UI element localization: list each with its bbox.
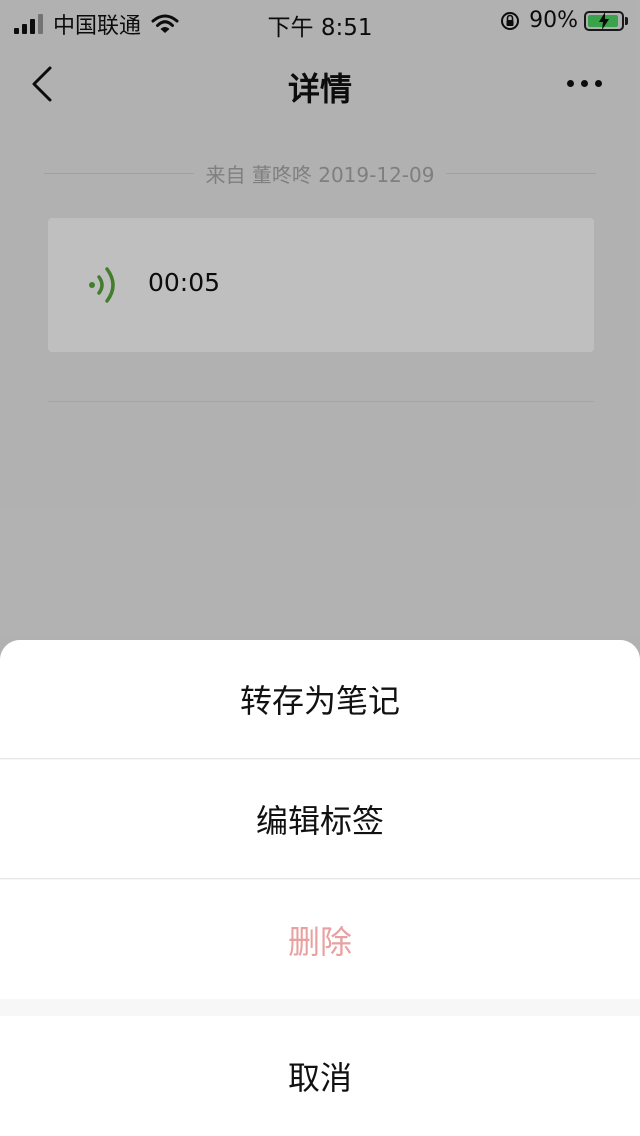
save-as-note-button[interactable]: 转存为笔记 xyxy=(0,640,640,759)
delete-label: 删除 xyxy=(287,922,352,961)
save-as-note-label: 转存为笔记 xyxy=(239,682,400,720)
edit-tags-label: 编辑标签 xyxy=(255,802,384,840)
screen: 中国联通 下午 8:51 90% 详情 来自 董咚咚 2019-12-09 00… xyxy=(0,0,640,1136)
delete-button[interactable]: 删除 xyxy=(0,880,640,999)
edit-tags-button[interactable]: 编辑标签 xyxy=(0,760,640,879)
cancel-label: 取消 xyxy=(287,1059,352,1097)
action-sheet: 转存为笔记 编辑标签 删除 取消 xyxy=(0,640,640,1136)
watermark: 知乎 @无名辈 xyxy=(505,1099,626,1121)
